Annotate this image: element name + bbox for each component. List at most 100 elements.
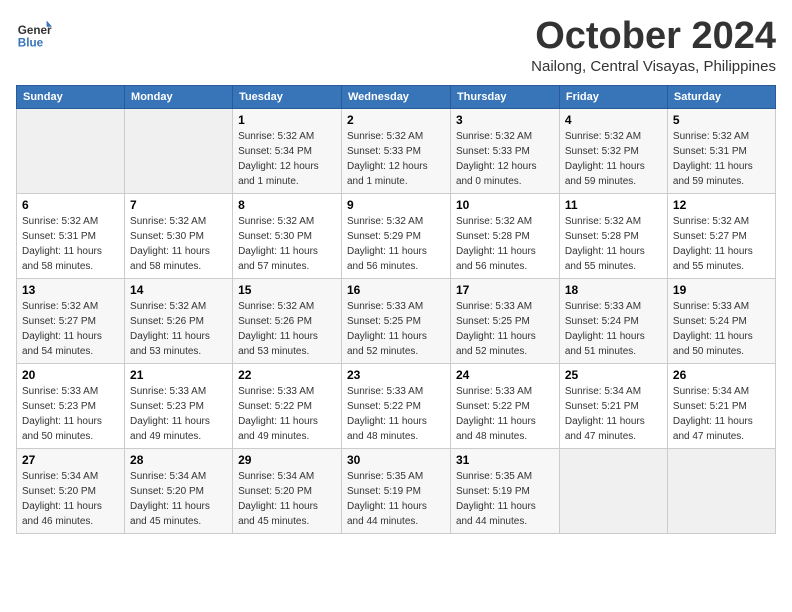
day-info: Sunrise: 5:32 AM Sunset: 5:27 PM Dayligh… — [673, 214, 770, 274]
calendar-cell: 1 Sunrise: 5:32 AM Sunset: 5:34 PM Daylig… — [233, 108, 342, 193]
day-number: 25 — [565, 368, 662, 382]
day-number: 17 — [456, 283, 554, 297]
calendar-cell: 4 Sunrise: 5:32 AM Sunset: 5:32 PM Daylig… — [559, 108, 667, 193]
day-number: 24 — [456, 368, 554, 382]
day-info: Sunrise: 5:34 AM Sunset: 5:21 PM Dayligh… — [565, 384, 662, 444]
day-info: Sunrise: 5:33 AM Sunset: 5:23 PM Dayligh… — [22, 384, 119, 444]
day-info: Sunrise: 5:32 AM Sunset: 5:32 PM Dayligh… — [565, 129, 662, 189]
day-number: 12 — [673, 198, 770, 212]
calendar-cell: 19Sunrise: 5:33 AM Sunset: 5:24 PM Dayli… — [667, 278, 775, 363]
header-tuesday: Tuesday — [233, 85, 342, 108]
day-number: 8 — [238, 198, 336, 212]
calendar-week-5: 27 Sunrise: 5:34 AM Sunset: 5:20 PM Dayli… — [17, 448, 776, 533]
title-block: October 2024 Nailong, Central Visayas, P… — [531, 16, 776, 75]
calendar-cell: 8Sunrise: 5:32 AM Sunset: 5:30 PM Daylig… — [233, 193, 342, 278]
calendar-cell: 26Sunrise: 5:34 AM Sunset: 5:21 PM Dayli… — [667, 363, 775, 448]
calendar-week-3: 13Sunrise: 5:32 AM Sunset: 5:27 PM Dayli… — [17, 278, 776, 363]
calendar-cell: 23 Sunrise: 5:33 AM Sunset: 5:22 PM Dayli… — [342, 363, 451, 448]
day-info: Sunrise: 5:35 AM Sunset: 5:19 PM Dayligh… — [347, 469, 445, 529]
calendar-cell: 24 Sunrise: 5:33 AM Sunset: 5:22 PM Dayli… — [450, 363, 559, 448]
day-number: 2 — [347, 113, 445, 127]
day-number: 16 — [347, 283, 445, 297]
header-monday: Monday — [125, 85, 233, 108]
day-info: Sunrise: 5:34 AM Sunset: 5:20 PM Dayligh… — [238, 469, 336, 529]
calendar-cell: 2 Sunrise: 5:32 AM Sunset: 5:33 PM Daylig… — [342, 108, 451, 193]
day-number: 15 — [238, 283, 336, 297]
svg-text:Blue: Blue — [18, 37, 44, 50]
day-number: 29 — [238, 453, 336, 467]
calendar-week-2: 6Sunrise: 5:32 AM Sunset: 5:31 PM Daylig… — [17, 193, 776, 278]
day-number: 7 — [130, 198, 227, 212]
calendar-cell: 9 Sunrise: 5:32 AM Sunset: 5:29 PM Daylig… — [342, 193, 451, 278]
calendar-cell — [17, 108, 125, 193]
header-sunday: Sunday — [17, 85, 125, 108]
calendar-cell: 29 Sunrise: 5:34 AM Sunset: 5:20 PM Dayli… — [233, 448, 342, 533]
day-info: Sunrise: 5:33 AM Sunset: 5:24 PM Dayligh… — [673, 299, 770, 359]
calendar-cell: 5 Sunrise: 5:32 AM Sunset: 5:31 PM Daylig… — [667, 108, 775, 193]
day-number: 18 — [565, 283, 662, 297]
day-info: Sunrise: 5:33 AM Sunset: 5:25 PM Dayligh… — [347, 299, 445, 359]
day-info: Sunrise: 5:32 AM Sunset: 5:26 PM Dayligh… — [238, 299, 336, 359]
day-info: Sunrise: 5:32 AM Sunset: 5:30 PM Dayligh… — [130, 214, 227, 274]
day-number: 23 — [347, 368, 445, 382]
day-number: 20 — [22, 368, 119, 382]
calendar-cell — [667, 448, 775, 533]
day-number: 22 — [238, 368, 336, 382]
calendar-cell: 25 Sunrise: 5:34 AM Sunset: 5:21 PM Dayli… — [559, 363, 667, 448]
day-number: 4 — [565, 113, 662, 127]
day-info: Sunrise: 5:32 AM Sunset: 5:29 PM Dayligh… — [347, 214, 445, 274]
calendar-cell: 28 Sunrise: 5:34 AM Sunset: 5:20 PM Dayli… — [125, 448, 233, 533]
day-number: 21 — [130, 368, 227, 382]
day-number: 9 — [347, 198, 445, 212]
calendar-cell: 10 Sunrise: 5:32 AM Sunset: 5:28 PM Dayli… — [450, 193, 559, 278]
calendar-cell — [125, 108, 233, 193]
day-number: 6 — [22, 198, 119, 212]
day-info: Sunrise: 5:34 AM Sunset: 5:20 PM Dayligh… — [130, 469, 227, 529]
day-number: 5 — [673, 113, 770, 127]
calendar-table: SundayMondayTuesdayWednesdayThursdayFrid… — [16, 85, 776, 534]
day-info: Sunrise: 5:32 AM Sunset: 5:33 PM Dayligh… — [347, 129, 445, 189]
header-thursday: Thursday — [450, 85, 559, 108]
day-number: 27 — [22, 453, 119, 467]
calendar-header-row: SundayMondayTuesdayWednesdayThursdayFrid… — [17, 85, 776, 108]
calendar-cell: 27 Sunrise: 5:34 AM Sunset: 5:20 PM Dayli… — [17, 448, 125, 533]
day-number: 31 — [456, 453, 554, 467]
day-info: Sunrise: 5:32 AM Sunset: 5:34 PM Dayligh… — [238, 129, 336, 189]
day-info: Sunrise: 5:34 AM Sunset: 5:20 PM Dayligh… — [22, 469, 119, 529]
calendar-cell: 11 Sunrise: 5:32 AM Sunset: 5:28 PM Dayli… — [559, 193, 667, 278]
day-info: Sunrise: 5:35 AM Sunset: 5:19 PM Dayligh… — [456, 469, 554, 529]
calendar-cell: 22 Sunrise: 5:33 AM Sunset: 5:22 PM Dayli… — [233, 363, 342, 448]
calendar-cell: 18Sunrise: 5:33 AM Sunset: 5:24 PM Dayli… — [559, 278, 667, 363]
calendar-cell: 12 Sunrise: 5:32 AM Sunset: 5:27 PM Dayli… — [667, 193, 775, 278]
day-number: 26 — [673, 368, 770, 382]
header-friday: Friday — [559, 85, 667, 108]
calendar-cell: 15 Sunrise: 5:32 AM Sunset: 5:26 PM Dayli… — [233, 278, 342, 363]
day-info: Sunrise: 5:32 AM Sunset: 5:33 PM Dayligh… — [456, 129, 554, 189]
header-saturday: Saturday — [667, 85, 775, 108]
day-number: 30 — [347, 453, 445, 467]
calendar-cell: 3 Sunrise: 5:32 AM Sunset: 5:33 PM Daylig… — [450, 108, 559, 193]
day-info: Sunrise: 5:33 AM Sunset: 5:22 PM Dayligh… — [456, 384, 554, 444]
day-info: Sunrise: 5:33 AM Sunset: 5:22 PM Dayligh… — [347, 384, 445, 444]
location-title: Nailong, Central Visayas, Philippines — [531, 58, 776, 75]
day-info: Sunrise: 5:32 AM Sunset: 5:28 PM Dayligh… — [565, 214, 662, 274]
day-info: Sunrise: 5:32 AM Sunset: 5:26 PM Dayligh… — [130, 299, 227, 359]
calendar-cell — [559, 448, 667, 533]
calendar-week-1: 1 Sunrise: 5:32 AM Sunset: 5:34 PM Daylig… — [17, 108, 776, 193]
month-title: October 2024 — [531, 16, 776, 58]
day-number: 28 — [130, 453, 227, 467]
logo-icon: General Blue — [16, 16, 52, 52]
day-number: 14 — [130, 283, 227, 297]
day-info: Sunrise: 5:33 AM Sunset: 5:25 PM Dayligh… — [456, 299, 554, 359]
day-number: 3 — [456, 113, 554, 127]
calendar-cell: 31 Sunrise: 5:35 AM Sunset: 5:19 PM Dayli… — [450, 448, 559, 533]
day-number: 11 — [565, 198, 662, 212]
day-number: 13 — [22, 283, 119, 297]
day-number: 10 — [456, 198, 554, 212]
day-info: Sunrise: 5:32 AM Sunset: 5:31 PM Dayligh… — [673, 129, 770, 189]
day-number: 1 — [238, 113, 336, 127]
day-info: Sunrise: 5:32 AM Sunset: 5:28 PM Dayligh… — [456, 214, 554, 274]
day-info: Sunrise: 5:33 AM Sunset: 5:22 PM Dayligh… — [238, 384, 336, 444]
page-header: General Blue October 2024 Nailong, Centr… — [16, 16, 776, 75]
calendar-cell: 30 Sunrise: 5:35 AM Sunset: 5:19 PM Dayli… — [342, 448, 451, 533]
